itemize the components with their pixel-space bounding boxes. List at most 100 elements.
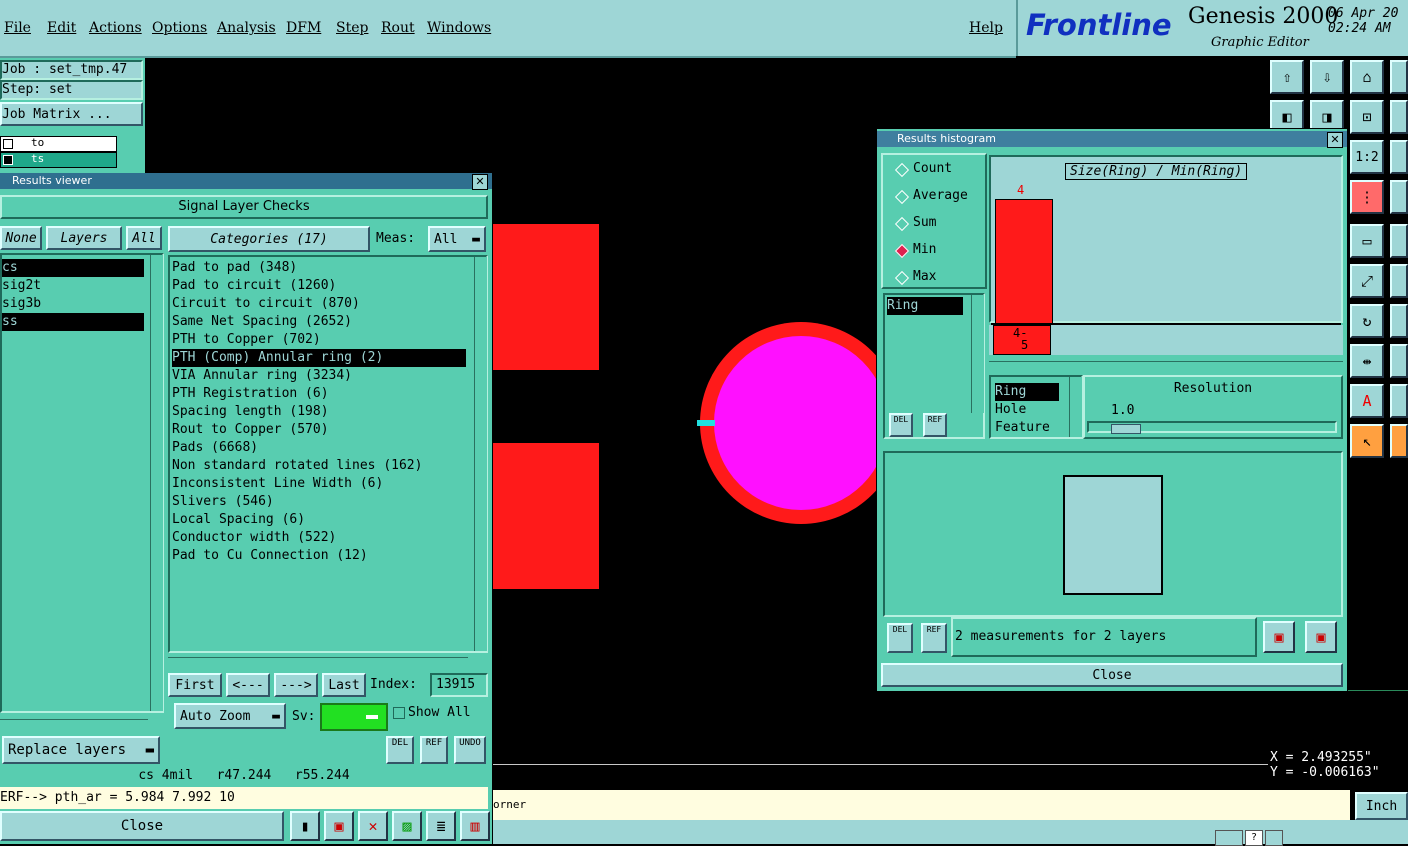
close-icon[interactable]: ✕ [472,174,488,190]
layer-list-scrollbar[interactable] [150,255,163,711]
sum-radio-icon[interactable] [894,216,910,232]
scale-icon[interactable]: 1:2 [1350,140,1384,174]
category-item[interactable]: Pads (6668) [172,439,466,457]
grid-icon[interactable] [1390,140,1408,174]
menu-step[interactable]: Step [336,20,368,36]
ref-button[interactable]: REF [923,413,947,437]
cross-icon[interactable]: ✕ [358,811,388,841]
del-button[interactable]: DEL [386,736,414,764]
max-radio-icon[interactable] [894,270,910,286]
category-item[interactable]: PTH to Copper (702) [172,331,466,349]
results-viewer-titlebar[interactable]: Results viewer ✕ [0,173,492,190]
ref-button[interactable]: REF [420,736,448,764]
checkbox-icon[interactable] [3,139,13,149]
attribute-item-ring[interactable]: Ring [887,297,963,315]
min-radio-icon-selected[interactable] [894,243,910,259]
menu-windows[interactable]: Windows [427,20,491,36]
export-icon[interactable]: ▣ [1263,621,1295,653]
prev-button[interactable]: <--- [226,673,270,697]
arc-icon[interactable]: A [1350,384,1384,418]
categories-button[interactable]: Categories (17) [168,226,370,252]
meas-dropdown[interactable]: All ▬ [428,226,486,252]
menu-edit[interactable]: Edit [47,20,76,36]
attribute-scrollbar[interactable] [971,295,984,413]
layer-row-ts[interactable]: ts [0,152,117,168]
download-icon[interactable]: ⇩ [1310,60,1344,94]
menu-actions[interactable]: Actions [89,20,142,36]
menu-dfm[interactable]: DFM [286,20,321,36]
menu-help[interactable]: Help [969,20,1003,36]
home-icon[interactable]: ⌂ [1350,60,1384,94]
menu-file[interactable]: File [4,20,31,36]
unit-button[interactable]: Inch [1355,792,1408,820]
text-icon[interactable] [1390,384,1408,418]
category-item[interactable]: Pad to pad (348) [172,259,466,277]
del-button[interactable]: DEL [889,413,913,437]
count-radio-icon[interactable] [894,162,910,178]
histogram-titlebar[interactable]: Results histogram ✕ [877,131,1347,148]
person-icon[interactable] [1390,344,1408,378]
window-icon[interactable] [1390,60,1408,94]
pointer-icon[interactable]: ↖ [1350,424,1384,458]
layer-icon[interactable] [1390,180,1408,214]
sv-dropdown[interactable] [320,703,388,731]
undo-button[interactable]: UNDO [454,736,486,764]
layer-item-ss[interactable]: ss [2,313,144,331]
category-item[interactable]: Local Spacing (6) [172,511,466,529]
category-item[interactable]: Rout to Copper (570) [172,421,466,439]
attr-ring[interactable]: Ring [995,383,1059,401]
menu-rout[interactable]: Rout [381,20,415,36]
categories-hscrollbar[interactable] [168,657,468,670]
auto-zoom-dropdown[interactable]: Auto Zoom ▬ [174,703,286,729]
pin-icon[interactable] [1390,264,1408,298]
attr-scrollbar[interactable] [1069,377,1082,437]
zoom-icon[interactable] [1390,100,1408,134]
layer-item-cs[interactable]: cs [2,259,144,277]
job-matrix-button[interactable]: Job Matrix ... [0,102,143,126]
layer-row-to[interactable]: to [0,136,117,152]
close-icon[interactable]: ✕ [1327,132,1343,148]
show-all-checkbox[interactable] [393,707,405,719]
attr-hole[interactable]: Hole [995,401,1026,419]
category-item[interactable]: Circuit to circuit (870) [172,295,466,313]
category-item-selected[interactable]: PTH (Comp) Annular ring (2) [172,349,466,367]
red-layer-icon[interactable]: ▣ [324,811,354,841]
slider-handle[interactable] [1111,424,1141,434]
category-item[interactable]: Non standard rotated lines (162) [172,457,466,475]
layer-list-hscrollbar[interactable] [0,719,148,732]
replace-layers-dropdown[interactable]: Replace layers ▬ [2,736,160,764]
menu-analysis[interactable]: Analysis [217,20,276,36]
none-button[interactable]: None [0,226,42,250]
category-item[interactable]: PTH Registration (6) [172,385,466,403]
close-button[interactable]: Close [881,663,1343,687]
index-input[interactable]: 13915 [430,673,488,697]
layer-item-sig3b[interactable]: sig3b [2,295,144,313]
next-button[interactable]: ---> [274,673,318,697]
green-check-icon[interactable]: ▨ [392,811,422,841]
import-icon[interactable]: ▣ [1305,621,1337,653]
categories-scrollbar[interactable] [474,257,487,651]
last-button[interactable]: Last [322,673,366,697]
net-icon[interactable]: ⋮ [1350,180,1384,214]
histogram-icon[interactable]: ▥ [460,811,490,841]
category-item[interactable]: Pad to Cu Connection (12) [172,547,466,565]
layer-item-sig2t[interactable]: sig2t [2,277,144,295]
menu-options[interactable]: Options [152,20,207,36]
first-button[interactable]: First [168,673,222,697]
del-button[interactable]: DEL [887,623,913,653]
report-icon[interactable]: ≣ [426,811,456,841]
ref-button[interactable]: REF [921,623,947,653]
circle-icon[interactable] [1390,224,1408,258]
resolution-slider[interactable] [1087,421,1337,434]
upload-icon[interactable]: ⇧ [1270,60,1304,94]
histogram-hscrollbar[interactable] [989,361,1343,374]
layers-button[interactable]: Layers [46,226,122,250]
close-button[interactable]: Close [0,811,284,841]
layer-toggle-icon[interactable]: ▮ [290,811,320,841]
category-item[interactable]: Spacing length (198) [172,403,466,421]
ruler-icon[interactable]: ▭ [1350,224,1384,258]
bracket-icon[interactable] [1390,304,1408,338]
rotate-icon[interactable]: ↻ [1350,304,1384,338]
select-icon[interactable] [1390,424,1408,458]
category-item[interactable]: Slivers (546) [172,493,466,511]
